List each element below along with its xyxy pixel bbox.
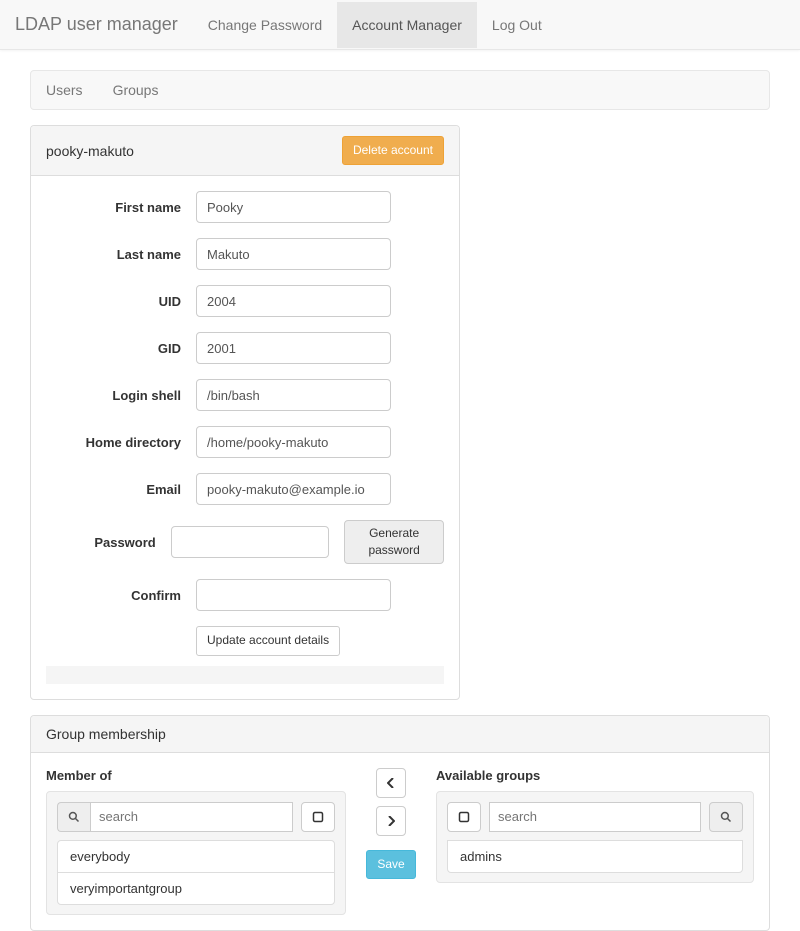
list-item[interactable]: admins: [447, 840, 743, 873]
label-first-name: First name: [46, 200, 196, 215]
label-confirm: Confirm: [46, 588, 196, 603]
select-all-left-button[interactable]: [301, 802, 335, 832]
account-panel: pooky-makuto Delete account First name L…: [30, 125, 460, 700]
search-icon: [720, 811, 732, 823]
navbar-menu: Change Password Account Manager Log Out: [193, 2, 557, 48]
label-login-shell: Login shell: [46, 388, 196, 403]
label-home-dir: Home directory: [46, 435, 196, 450]
member-of-list: everybody veryimportantgroup: [57, 840, 335, 905]
label-gid: GID: [46, 341, 196, 356]
label-uid: UID: [46, 294, 196, 309]
nav-account-manager[interactable]: Account Manager: [337, 2, 477, 48]
generate-password-button[interactable]: Generate password: [344, 520, 444, 564]
delete-account-button[interactable]: Delete account: [342, 136, 444, 165]
top-navbar: LDAP user manager Change Password Accoun…: [0, 0, 800, 50]
subnav-users[interactable]: Users: [31, 72, 98, 108]
available-well: admins: [436, 791, 754, 883]
chevron-right-icon: [387, 816, 395, 826]
uid-input[interactable]: [196, 285, 391, 317]
group-panel-title: Group membership: [46, 726, 166, 742]
blank-bar: [46, 666, 444, 684]
email-input[interactable]: [196, 473, 391, 505]
update-account-button[interactable]: Update account details: [196, 626, 340, 655]
available-groups-label: Available groups: [436, 768, 754, 783]
label-email: Email: [46, 482, 196, 497]
password-input[interactable]: [171, 526, 330, 558]
first-name-input[interactable]: [196, 191, 391, 223]
group-membership-panel: Group membership Member of: [30, 715, 770, 931]
member-of-search-input[interactable]: [90, 802, 293, 832]
sub-navbar: Users Groups: [30, 70, 770, 110]
nav-log-out[interactable]: Log Out: [477, 2, 557, 48]
subnav-groups[interactable]: Groups: [98, 72, 174, 108]
move-left-button[interactable]: [376, 768, 406, 798]
available-list: admins: [447, 840, 743, 873]
chevron-left-icon: [387, 778, 395, 788]
available-search-button[interactable]: [709, 802, 743, 832]
member-of-well: everybody veryimportantgroup: [46, 791, 346, 915]
available-search-input[interactable]: [489, 802, 701, 832]
group-panel-heading: Group membership: [31, 716, 769, 753]
select-all-right-button[interactable]: [447, 802, 481, 832]
gid-input[interactable]: [196, 332, 391, 364]
move-right-button[interactable]: [376, 806, 406, 836]
list-item[interactable]: veryimportantgroup: [57, 872, 335, 905]
confirm-input[interactable]: [196, 579, 391, 611]
list-item[interactable]: everybody: [57, 840, 335, 873]
search-icon: [57, 802, 90, 832]
label-password: Password: [46, 535, 171, 550]
label-last-name: Last name: [46, 247, 196, 262]
login-shell-input[interactable]: [196, 379, 391, 411]
save-groups-button[interactable]: Save: [366, 850, 415, 879]
account-panel-heading: pooky-makuto Delete account: [31, 126, 459, 176]
last-name-input[interactable]: [196, 238, 391, 270]
account-username: pooky-makuto: [46, 143, 134, 159]
member-of-label: Member of: [46, 768, 346, 783]
home-dir-input[interactable]: [196, 426, 391, 458]
brand: LDAP user manager: [15, 14, 193, 35]
nav-change-password[interactable]: Change Password: [193, 2, 337, 48]
